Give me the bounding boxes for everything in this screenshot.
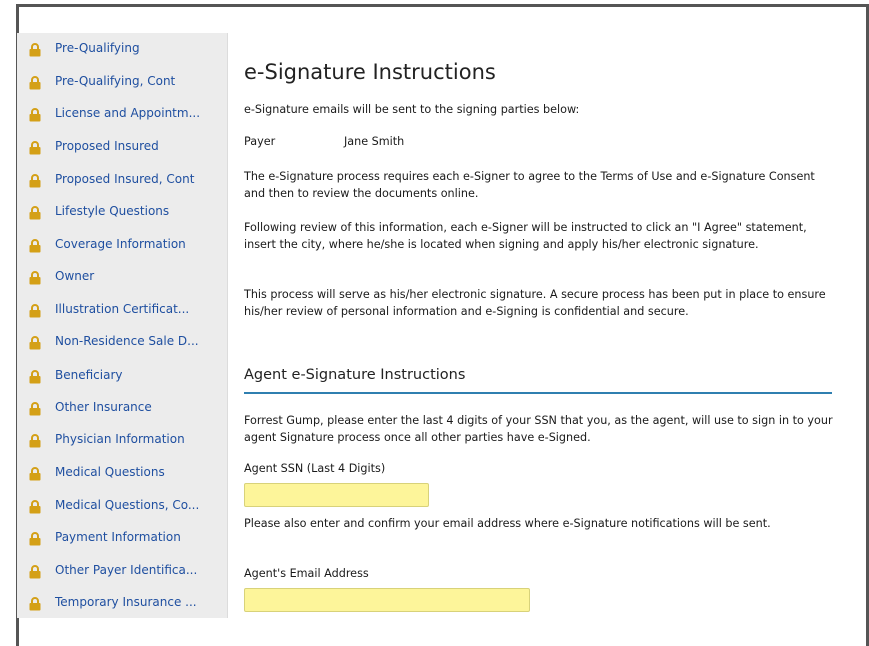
sidebar-item[interactable]: Other Insurance <box>17 392 228 424</box>
sidebar-item[interactable]: Pre-Qualifying, Cont <box>17 66 228 98</box>
lock-icon <box>29 369 41 384</box>
lock-icon <box>29 270 41 285</box>
review-paragraph: Following review of this information, ea… <box>244 221 807 251</box>
lock-icon <box>29 335 41 350</box>
agent-ssn-input[interactable] <box>244 483 429 507</box>
sidebar-item-label: Medical Questions, Co... <box>55 498 200 512</box>
lock-icon <box>29 531 41 546</box>
intro-text: e-Signature emails will be sent to the s… <box>244 103 580 116</box>
payer-label: Payer <box>244 135 276 148</box>
lock-icon <box>29 205 41 220</box>
secure-paragraph: This process will serve as his/her elect… <box>244 288 826 318</box>
sidebar-item-label: Pre-Qualifying, Cont <box>55 74 176 88</box>
sidebar-item-label: Medical Questions <box>55 465 165 479</box>
sidebar-item[interactable]: Pre-Qualifying <box>17 33 228 65</box>
sidebar-item[interactable]: Coverage Information <box>17 229 228 261</box>
sidebar-item-label: Non-Residence Sale D... <box>55 334 199 348</box>
lock-icon <box>29 107 41 122</box>
section-divider <box>244 392 832 394</box>
agent-section-title: Agent e-Signature Instructions <box>244 367 466 383</box>
sidebar-item[interactable]: Non-Residence Sale D... <box>17 326 228 358</box>
sidebar-item-label: Physician Information <box>55 432 185 446</box>
agent-email-input[interactable] <box>244 588 530 612</box>
agent-instructions: Forrest Gump, please enter the last 4 di… <box>244 414 833 444</box>
lock-icon <box>29 401 41 416</box>
sidebar-item-label: Owner <box>55 269 95 283</box>
sidebar-item-label: Coverage Information <box>55 237 186 251</box>
sidebar-item-label: Proposed Insured <box>55 139 159 153</box>
sidebar-item[interactable]: Beneficiary <box>17 360 228 392</box>
lock-icon <box>29 466 41 481</box>
sidebar-item[interactable]: Temporary Insurance ... <box>17 587 228 619</box>
lock-icon <box>29 433 41 448</box>
sidebar-item-label: Beneficiary <box>55 368 123 382</box>
sidebar-item[interactable]: Other Payer Identifica... <box>17 555 228 587</box>
sidebar-item[interactable]: Illustration Certificat... <box>17 294 228 326</box>
sidebar-item-label: Pre-Qualifying <box>55 41 140 55</box>
sidebar-item[interactable]: Payment Information <box>17 522 228 554</box>
sidebar-item[interactable]: Medical Questions, Co... <box>17 490 228 522</box>
lock-icon <box>29 42 41 57</box>
email-instructions: Please also enter and confirm your email… <box>244 517 771 530</box>
sidebar-item-label: Other Payer Identifica... <box>55 563 198 577</box>
sidebar-item-label: Temporary Insurance ... <box>55 595 197 609</box>
lock-icon <box>29 564 41 579</box>
email-label: Agent's Email Address <box>244 567 369 580</box>
sidebar-item-label: License and Appointm... <box>55 106 201 120</box>
sidebar-item[interactable]: Proposed Insured, Cont <box>17 164 228 196</box>
sidebar-item[interactable]: License and Appointm... <box>17 98 228 130</box>
lock-icon <box>29 238 41 253</box>
ssn-label: Agent SSN (Last 4 Digits) <box>244 462 386 475</box>
lock-icon <box>29 140 41 155</box>
lock-icon <box>29 499 41 514</box>
lock-icon <box>29 75 41 90</box>
sidebar: Pre-Qualifying Pre-Qualifying, Cont Licens… <box>17 33 228 618</box>
sidebar-item-label: Other Insurance <box>55 400 152 414</box>
sidebar-item-label: Payment Information <box>55 530 181 544</box>
process-paragraph: The e-Signature process requires each e-… <box>244 170 815 200</box>
sidebar-item-label: Illustration Certificat... <box>55 302 190 316</box>
page-title: e-Signature Instructions <box>244 60 496 84</box>
sidebar-item[interactable]: Proposed Insured <box>17 131 228 163</box>
payer-name: Jane Smith <box>344 135 405 148</box>
sidebar-item[interactable]: Lifestyle Questions <box>17 196 228 228</box>
lock-icon <box>29 596 41 611</box>
sidebar-item-label: Lifestyle Questions <box>55 204 170 218</box>
sidebar-item[interactable]: Physician Information <box>17 424 228 456</box>
lock-icon <box>29 303 41 318</box>
sidebar-item[interactable]: Owner <box>17 261 228 293</box>
sidebar-item-label: Proposed Insured, Cont <box>55 172 195 186</box>
sidebar-item[interactable]: Medical Questions <box>17 457 228 489</box>
lock-icon <box>29 173 41 188</box>
